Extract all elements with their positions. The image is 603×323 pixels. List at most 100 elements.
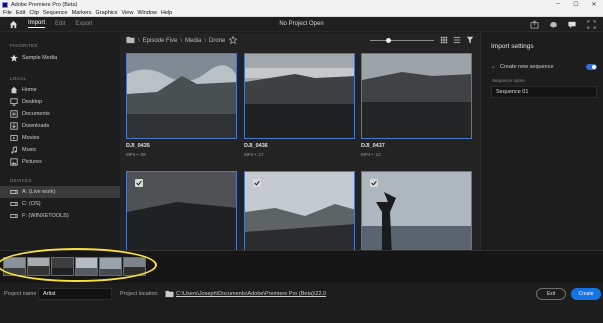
devices-heading: DEVICES [10,178,32,183]
filter-icon [466,36,474,44]
menu-sequence[interactable]: Sequence [43,10,68,16]
star-icon [10,54,18,62]
thumbnail-size-slider[interactable] [370,36,434,46]
import-settings-title: Import settings [491,43,534,50]
desktop-icon [10,98,18,106]
home-icon [9,20,17,28]
sidebar-item-home[interactable]: Home [0,84,120,96]
sidebar-item-drive-a[interactable]: A: (Live work) [0,186,120,198]
clip-card[interactable]: DJI_0435 MP4 • :08 [126,53,237,157]
tab-edit[interactable]: Edit [55,21,65,27]
project-location-label: Project location [120,291,158,297]
clip-card[interactable] [361,171,472,250]
clip-preview-image [362,54,471,138]
premiere-app-icon [2,1,8,8]
list-icon [453,37,461,43]
tab-import[interactable]: Import [28,20,46,28]
clip-thumbnail[interactable] [126,53,237,139]
breadcrumb-separator: \ [138,38,140,44]
clip-thumbnail[interactable] [126,171,237,250]
minimize-button[interactable]: – [549,1,567,8]
project-location-path[interactable]: C:\Users\Joseph\Documents\Adobe\Premiere… [176,291,326,297]
quick-export-button[interactable] [528,19,540,29]
sidebar-item-sample-media[interactable]: Sample Media [0,52,120,64]
create-button[interactable]: Create [571,288,601,300]
workspaces-button[interactable] [585,19,597,29]
chevron-down-icon[interactable]: ⌄ [491,64,497,70]
menu-edit[interactable]: Edit [16,10,25,16]
close-window-button[interactable]: ✕ [585,1,603,8]
menu-file[interactable]: File [3,10,12,16]
clip-name: DJI_0435 [126,143,150,149]
breadcrumb-media[interactable]: Media [185,38,201,44]
clip-preview-image [362,172,471,250]
exit-button[interactable]: Exit [536,288,566,300]
browser-toolbar [370,36,474,46]
filter-button[interactable] [466,36,474,46]
breadcrumb-episode-five[interactable]: Episode Five [143,38,178,44]
select-checkbox[interactable] [135,179,143,187]
clip-card[interactable]: DJI_0437 MP4 • :13 [361,53,472,157]
breadcrumb-drone[interactable]: Drone [209,38,225,44]
folder-nav-icon[interactable] [126,36,135,46]
create-sequence-row: ⌄ Create new sequence [491,64,603,70]
project-name-label: Project name [4,291,37,297]
create-sequence-label: Create new sequence [500,64,554,70]
home-button[interactable] [8,19,18,29]
sidebar-item-label: Pictures [22,159,42,165]
list-view-button[interactable] [453,36,461,46]
clip-thumbnail[interactable] [361,171,472,250]
sidebar-item-drive-f[interactable]: F: (WINXETOOLS) [0,210,120,222]
import-sidebar: FAVORITES Sample Media LOCAL Home Deskto… [0,33,120,250]
grid-view-button[interactable] [440,36,448,46]
notifications-button[interactable] [547,19,559,29]
workspace-header: Import Edit Export No Project Open [0,17,603,32]
menu-clip[interactable]: Clip [29,10,38,16]
sidebar-item-pictures[interactable]: Pictures [0,156,120,168]
sequence-name-input[interactable]: Sequence 01 [491,86,597,98]
movies-icon [10,134,18,142]
bell-icon [549,21,557,28]
clip-card[interactable] [126,171,237,250]
sidebar-item-label: Documents [22,111,50,117]
project-name-input[interactable]: Artist [38,288,112,300]
sidebar-item-movies[interactable]: Movies [0,132,120,144]
header-actions [521,19,597,29]
select-checkbox[interactable] [370,179,378,187]
local-heading: LOCAL [10,76,27,81]
clip-thumbnail[interactable] [244,53,355,139]
sidebar-item-downloads[interactable]: Downloads [0,120,120,132]
import-settings-panel: Import settings ⌄ Create new sequence Se… [480,33,603,250]
menu-graphics[interactable]: Graphics [96,10,118,16]
menu-window[interactable]: Window [137,10,157,16]
slider-thumb[interactable] [386,38,391,43]
clip-thumbnail[interactable] [244,171,355,250]
clip-preview-image [245,172,354,250]
sidebar-item-label: A: (Live work) [22,189,56,195]
media-browser: \ Episode Five \ Media \ Drone DJI_0435 … [120,33,480,250]
drive-icon [10,188,18,196]
favorite-star-button[interactable] [228,35,238,46]
clip-thumbnail[interactable] [361,53,472,139]
checkmark-icon [254,180,260,186]
clip-preview-image [127,54,236,138]
maximize-button[interactable]: ☐ [567,1,585,8]
menu-markers[interactable]: Markers [72,10,92,16]
comments-button[interactable] [566,19,578,29]
tab-export[interactable]: Export [75,21,92,27]
select-checkbox[interactable] [253,179,261,187]
sidebar-item-desktop[interactable]: Desktop [0,96,120,108]
clip-meta: MP4 • :08 [126,152,146,157]
clip-card[interactable] [244,171,355,250]
checkmark-icon [136,180,142,186]
menu-help[interactable]: Help [161,10,172,16]
home-icon [10,86,18,94]
sidebar-item-music[interactable]: Music [0,144,120,156]
browse-location-button[interactable] [164,289,174,299]
menu-view[interactable]: View [122,10,134,16]
sidebar-item-drive-c[interactable]: C: (OS) [0,198,120,210]
sidebar-item-documents[interactable]: Documents [0,108,120,120]
create-sequence-toggle[interactable] [586,64,597,70]
clip-card[interactable]: DJI_0436 MP4 • :17 [244,53,355,157]
clip-name: DJI_0437 [361,143,385,149]
